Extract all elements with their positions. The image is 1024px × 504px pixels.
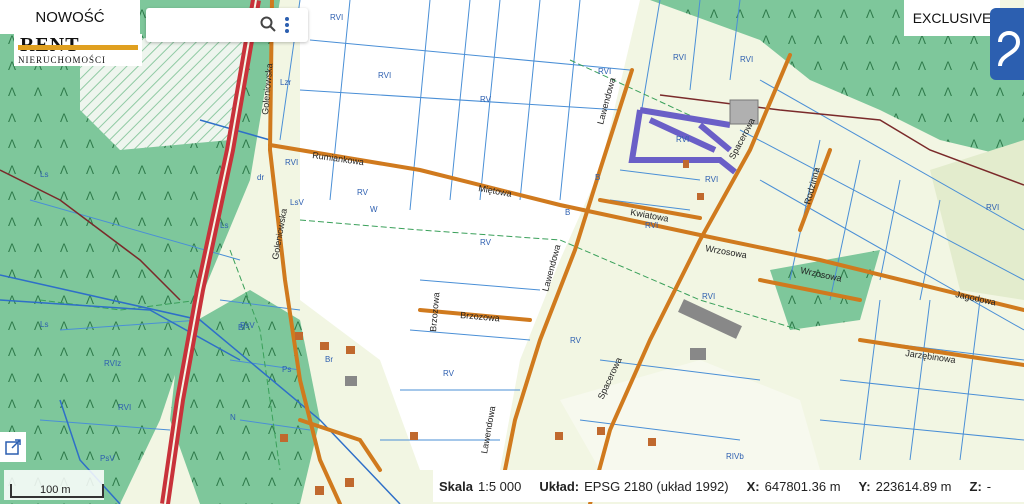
z-coordinate-value: - bbox=[986, 478, 992, 494]
svg-text:RIVb: RIVb bbox=[726, 452, 744, 461]
crs-value: EPSG 2180 (układ 1992) bbox=[584, 478, 729, 494]
scale-bar-label: 100 m bbox=[40, 484, 71, 496]
svg-text:RVI: RVI bbox=[740, 55, 753, 64]
x-coordinate-label: X: bbox=[746, 478, 760, 494]
svg-text:RVI: RVI bbox=[118, 403, 131, 412]
logo-subtitle: NIERUCHOMOŚCI bbox=[18, 55, 107, 65]
svg-text:RVI: RVI bbox=[285, 158, 298, 167]
vertical-dots-icon[interactable] bbox=[284, 16, 290, 39]
svg-text:RVI: RVI bbox=[702, 292, 715, 301]
svg-text:Ps: Ps bbox=[282, 365, 291, 374]
svg-text:RV: RV bbox=[357, 188, 369, 197]
svg-text:RVI: RVI bbox=[705, 175, 718, 184]
external-link-icon bbox=[5, 439, 21, 455]
svg-text:RV: RV bbox=[443, 369, 455, 378]
open-external-button[interactable] bbox=[0, 432, 26, 462]
agency-logo: RENT NIERUCHOMOŚCI bbox=[14, 34, 142, 66]
scale-value: 1:5 000 bbox=[477, 478, 522, 494]
svg-text:RV: RV bbox=[570, 336, 582, 345]
z-coordinate-label: Z: bbox=[969, 478, 982, 494]
scale-label: Skala bbox=[439, 478, 473, 494]
logo-accent-bar bbox=[18, 45, 138, 50]
svg-text:PsV: PsV bbox=[100, 454, 115, 463]
svg-text:RVI: RVI bbox=[986, 203, 999, 212]
svg-text:RVI: RVI bbox=[676, 135, 689, 144]
svg-text:N: N bbox=[230, 413, 236, 422]
y-coordinate-label: Y: bbox=[858, 478, 871, 494]
cadastral-map[interactable]: Λ bbox=[0, 0, 1024, 504]
svg-text:Ls: Ls bbox=[40, 320, 48, 329]
exclusive-badge: EXCLUSIVE bbox=[904, 0, 1000, 36]
y-coordinate-value: 223614.89 m bbox=[875, 478, 952, 494]
new-listing-badge: NOWOŚĆ bbox=[0, 0, 140, 34]
svg-text:Br: Br bbox=[325, 355, 333, 364]
svg-text:PsV: PsV bbox=[240, 321, 255, 330]
exclusive-label: EXCLUSIVE bbox=[912, 10, 992, 26]
x-coordinate-value: 647801.36 m bbox=[764, 478, 841, 494]
svg-text:Ls: Ls bbox=[220, 221, 228, 230]
agency-icon-tile bbox=[990, 8, 1024, 80]
svg-text:RVI: RVI bbox=[673, 53, 686, 62]
svg-text:RVI: RVI bbox=[330, 13, 343, 22]
search-icon[interactable] bbox=[260, 16, 276, 37]
map-info-bar: Skala 1:5 000 Układ: EPSG 2180 (układ 1992… bbox=[433, 470, 1024, 502]
svg-text:RV: RV bbox=[480, 95, 492, 104]
svg-text:RVI: RVI bbox=[645, 221, 658, 230]
map-search-box[interactable] bbox=[146, 8, 308, 42]
svg-text:LsV: LsV bbox=[290, 198, 304, 207]
svg-text:Ls: Ls bbox=[40, 170, 48, 179]
scale-bar: 100 m bbox=[4, 470, 104, 500]
svg-text:B: B bbox=[595, 173, 600, 182]
crs-label: Układ: bbox=[539, 478, 580, 494]
svg-text:Lzr: Lzr bbox=[280, 78, 291, 87]
svg-text:RVI: RVI bbox=[378, 71, 391, 80]
svg-text:RV: RV bbox=[480, 238, 492, 247]
svg-text:dr: dr bbox=[257, 173, 264, 182]
svg-text:RVI: RVI bbox=[598, 67, 611, 76]
svg-text:RVIz: RVIz bbox=[104, 359, 121, 368]
new-listing-label: NOWOŚĆ bbox=[35, 8, 105, 26]
svg-text:W: W bbox=[370, 205, 378, 214]
svg-text:B: B bbox=[565, 208, 570, 217]
